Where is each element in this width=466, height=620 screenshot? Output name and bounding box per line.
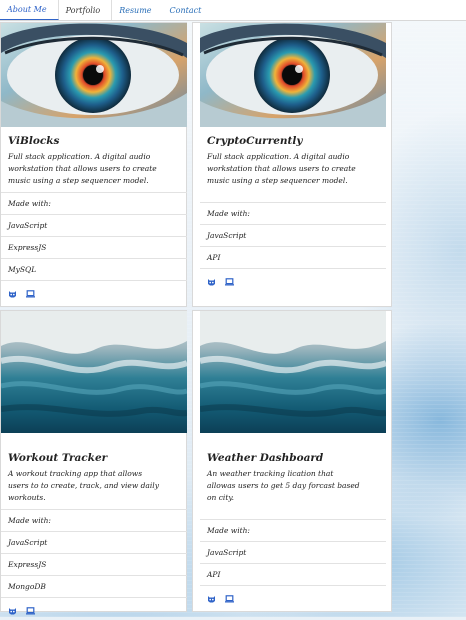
project-image-eye	[200, 23, 386, 127]
tech-item: API	[200, 246, 386, 268]
nav-portfolio[interactable]: Portfolio	[59, 0, 113, 20]
tech-item: API	[200, 563, 386, 585]
tech-item: MySQL	[1, 258, 187, 280]
nav-contact[interactable]: Contact	[163, 0, 213, 20]
card-title: Weather Dashboard	[207, 452, 324, 464]
tech-item: MongoDB	[1, 575, 187, 597]
card-links	[1, 280, 187, 303]
github-icon[interactable]	[8, 600, 17, 619]
tech-item: JavaScript	[1, 214, 187, 236]
card-links	[200, 585, 386, 608]
top-nav: About Me Portfolio Resume Contact	[0, 0, 466, 21]
project-card-workout-tracker: Workout Tracker A workout tracking app t…	[0, 310, 187, 614]
project-card-weather-dashboard: Weather Dashboard An weather tracking li…	[192, 310, 392, 612]
github-icon[interactable]	[207, 588, 216, 607]
project-image-ocean	[1, 311, 187, 433]
card-description: An weather tracking lication that allowa…	[207, 469, 360, 502]
card-links	[200, 268, 386, 291]
tech-list: Made with: JavaScript ExpressJS MySQL	[1, 192, 187, 280]
laptop-icon[interactable]	[26, 600, 35, 619]
card-description: Full stack application. A digital audio …	[207, 152, 356, 185]
github-icon[interactable]	[207, 271, 216, 290]
laptop-icon[interactable]	[225, 271, 234, 290]
nav-about-me[interactable]: About Me	[0, 0, 59, 20]
tech-item: ExpressJS	[1, 236, 187, 258]
card-title: CryptoCurrently	[207, 135, 303, 147]
project-card-viblocks: ViBlocks Full stack application. A digit…	[0, 22, 187, 307]
project-image-eye	[1, 23, 187, 127]
card-title: ViBlocks	[8, 135, 60, 147]
card-title: Workout Tracker	[8, 452, 108, 464]
tech-item: ExpressJS	[1, 553, 187, 575]
nav-resume[interactable]: Resume	[112, 0, 162, 20]
tech-list: Made with: JavaScript API	[200, 202, 386, 268]
tech-item: JavaScript	[1, 531, 187, 553]
card-description: Full stack application. A digital audio …	[8, 152, 157, 185]
card-description: A workout tracking app that allows users…	[8, 469, 159, 502]
made-with-label: Made with:	[200, 519, 386, 541]
project-card-cryptocurrently: CryptoCurrently Full stack application. …	[192, 22, 392, 307]
tech-item: JavaScript	[200, 224, 386, 246]
laptop-icon[interactable]	[26, 283, 35, 302]
laptop-icon[interactable]	[225, 588, 234, 607]
made-with-label: Made with:	[1, 192, 187, 214]
github-icon[interactable]	[8, 283, 17, 302]
made-with-label: Made with:	[1, 509, 187, 531]
made-with-label: Made with:	[200, 202, 386, 224]
tech-list: Made with: JavaScript API	[200, 519, 386, 585]
tech-item: JavaScript	[200, 541, 386, 563]
project-image-ocean	[200, 311, 386, 433]
tech-list: Made with: JavaScript ExpressJS MongoDB	[1, 509, 187, 597]
